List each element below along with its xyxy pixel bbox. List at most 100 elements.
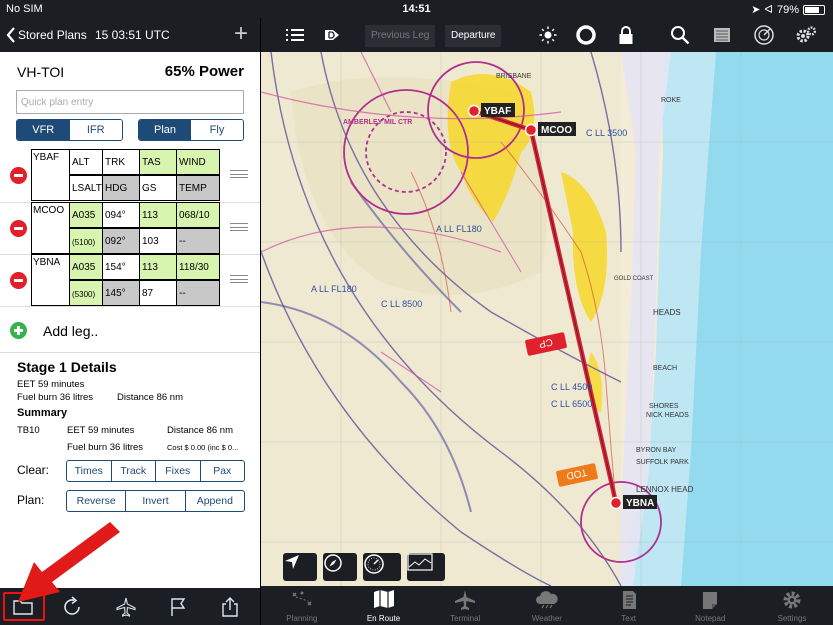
tab-terminal[interactable]: Terminal [424, 586, 506, 625]
place-label: ROKE [661, 97, 681, 104]
chevron-left-icon [6, 27, 15, 43]
leg-row[interactable]: YBNA A035 154° 113 118/30 (5300) 145° 87… [0, 254, 260, 306]
leg-cell: WIND [177, 149, 220, 175]
tab-weather[interactable]: Weather [506, 586, 588, 625]
waypoint-marker[interactable] [524, 123, 538, 137]
compass-button[interactable] [323, 553, 357, 581]
add-plan-button[interactable]: + [227, 21, 255, 49]
emergency-button[interactable] [573, 22, 599, 48]
departure-button[interactable]: Departure [445, 25, 502, 47]
direct-to-button[interactable] [319, 22, 347, 48]
leg-row[interactable]: YBAF ALT TRK TAS WIND LSALT HDG GS TEMP [0, 149, 260, 201]
leg-cell: 145° [103, 280, 140, 306]
reorder-handle-icon[interactable] [230, 170, 248, 178]
summary-eet: EET 59 minutes [67, 425, 135, 436]
tab-planning[interactable]: Planning [261, 586, 343, 625]
chart-layers-button[interactable] [709, 22, 735, 48]
leg-cell[interactable]: 113 [140, 202, 177, 228]
chart-canvas: YBAF MCOO YBNA CP TOD BRISBANE AMBERLEY … [261, 52, 833, 586]
battery-icon [803, 4, 825, 15]
invert-button[interactable]: Invert [125, 491, 184, 511]
aeronautical-chart[interactable]: YBAF MCOO YBNA CP TOD BRISBANE AMBERLEY … [261, 52, 833, 586]
bluetooth-icon: ᐊ [764, 4, 773, 16]
flag-button[interactable] [161, 593, 195, 621]
stage-eet: EET 59 minutes [17, 379, 85, 390]
flight-rules-toggle: VFR IFR [16, 119, 123, 141]
level-label: C LL 6500 [551, 399, 592, 409]
leg-cell: HDG [103, 175, 140, 201]
lifebuoy-icon [576, 25, 596, 45]
leg-waypoint: MCOO [31, 202, 70, 254]
power-setting[interactable]: 65% Power [165, 63, 244, 80]
leg-row[interactable]: MCOO A035 094° 113 068/10 (5100) 092° 10… [0, 202, 260, 254]
stored-plans-back-button[interactable]: Stored Plans [6, 27, 87, 43]
plan-option[interactable]: Plan [139, 120, 191, 140]
share-button[interactable] [213, 593, 247, 621]
terrain-profile-icon [407, 553, 433, 571]
leg-grid: A035 094° 113 068/10 (5100) 092° 103 -- [70, 202, 220, 254]
leg-cell[interactable]: 068/10 [177, 202, 220, 228]
radar-icon [754, 25, 774, 45]
fly-option[interactable]: Fly [191, 120, 243, 140]
tab-settings[interactable]: Settings [751, 586, 833, 625]
highlight-box [3, 592, 45, 621]
clear-track-button[interactable]: Track [110, 461, 156, 481]
lock-button[interactable] [613, 22, 639, 48]
remove-leg-button[interactable] [10, 167, 27, 184]
compass-icon [324, 554, 342, 572]
search-button[interactable] [667, 22, 693, 48]
ifr-option[interactable]: IFR [69, 120, 122, 140]
locate-button[interactable] [283, 553, 317, 581]
leg-cell: GS [140, 175, 177, 201]
leg-cell[interactable]: A035 [70, 202, 103, 228]
list-button[interactable] [281, 22, 309, 48]
lock-icon [619, 26, 633, 44]
place-label: LENNOX HEAD [636, 485, 694, 494]
search-icon [671, 26, 690, 45]
remove-leg-button[interactable] [10, 220, 27, 237]
level-label: A LL FL180 [436, 224, 482, 234]
waypoint-label: YBNA [626, 498, 654, 509]
map-settings-button[interactable] [793, 22, 819, 48]
tab-en-route[interactable]: En Route [343, 586, 425, 625]
radar-button[interactable] [751, 22, 777, 48]
quick-plan-input[interactable]: Quick plan entry [16, 90, 244, 114]
status-right: ➤ ᐊ 79% [751, 3, 825, 16]
clear-fixes-button[interactable]: Fixes [155, 461, 200, 481]
clear-pax-button[interactable]: Pax [199, 461, 245, 481]
append-button[interactable]: Append [184, 491, 244, 511]
aircraft-registration: VH-TOI [17, 64, 65, 80]
instruments-button[interactable] [363, 553, 401, 581]
previous-leg-button[interactable]: Previous Leg [365, 25, 436, 47]
add-leg-label: Add leg.. [43, 322, 99, 339]
waypoint-marker[interactable] [609, 496, 623, 510]
tab-label: Text [621, 614, 636, 623]
profile-button[interactable] [407, 553, 445, 581]
leg-cell: TEMP [177, 175, 220, 201]
leg-cell[interactable]: A035 [70, 254, 103, 280]
tab-notepad[interactable]: Notepad [669, 586, 751, 625]
leg-cell[interactable]: 118/30 [177, 254, 220, 280]
zone-label: AMBERLEY MIL CTR [343, 119, 412, 126]
reorder-handle-icon[interactable] [230, 275, 248, 283]
brightness-button[interactable] [535, 22, 561, 48]
tab-text[interactable]: Text [588, 586, 670, 625]
stage-fuel: Fuel burn 36 litres [17, 392, 94, 403]
leg-cell[interactable]: 113 [140, 254, 177, 280]
waypoint-label: YBAF [484, 106, 511, 117]
waypoint-marker[interactable] [467, 104, 481, 118]
main-tab-bar: Planning En Route Terminal Weather Text … [261, 586, 833, 625]
remove-leg-button[interactable] [10, 272, 27, 289]
add-leg-button[interactable]: Add leg.. [10, 322, 98, 339]
map-icon [373, 590, 394, 608]
leg-cell: -- [177, 280, 220, 306]
clear-buttons: Times Track Fixes Pax [66, 460, 245, 482]
reorder-handle-icon[interactable] [230, 223, 248, 231]
reverse-button[interactable]: Reverse [67, 491, 125, 511]
clear-times-button[interactable]: Times [67, 461, 111, 481]
vfr-option[interactable]: VFR [17, 120, 70, 140]
place-label: SUFFOLK PARK [636, 459, 689, 466]
summary-distance: Distance 86 nm [167, 425, 234, 436]
summary-aircraft: TB10 [17, 425, 40, 436]
plan-time: 15 03:51 UTC [95, 28, 170, 42]
